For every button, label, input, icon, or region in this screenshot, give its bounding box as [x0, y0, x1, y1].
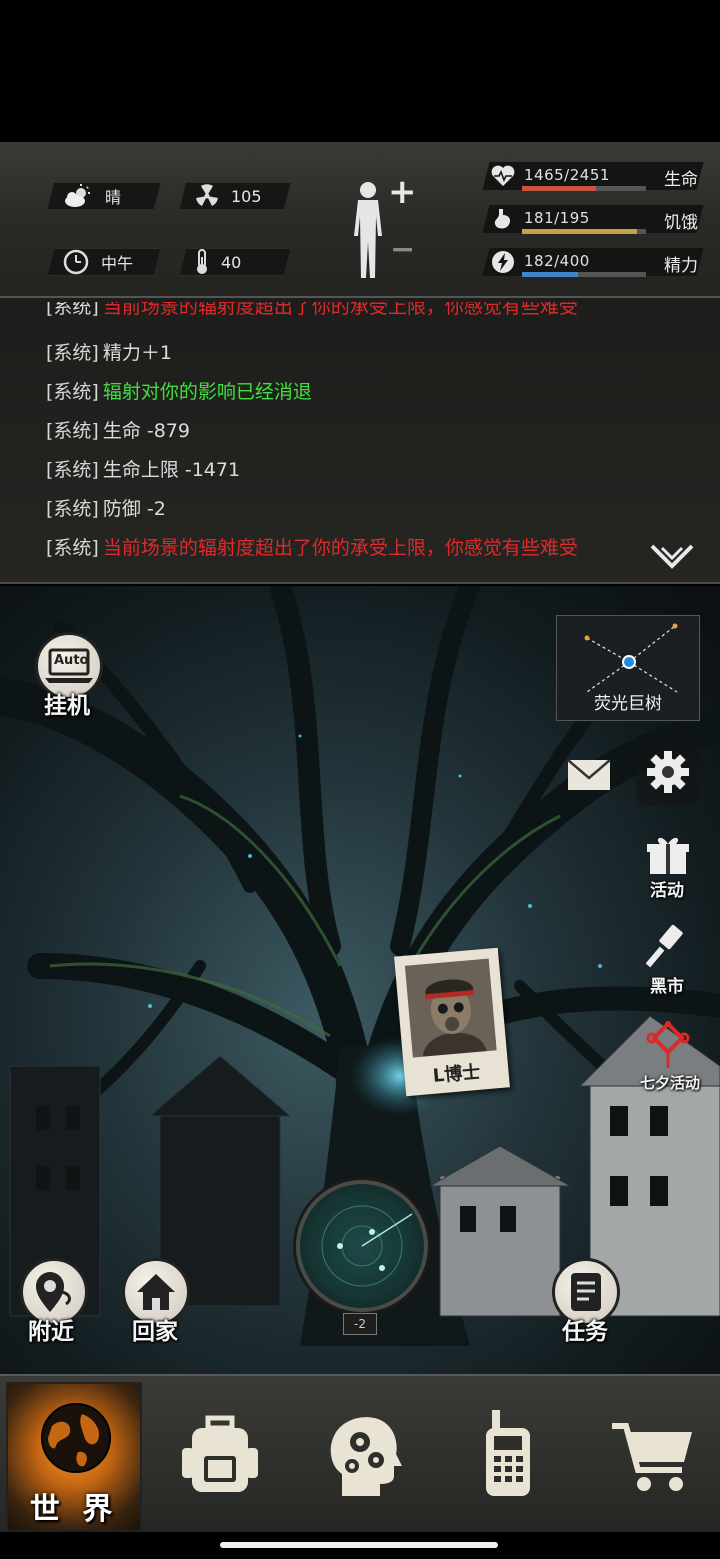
log-line-text: 生命 -879	[102, 420, 190, 442]
shopping-cart-icon	[612, 1423, 692, 1491]
log-line: [系统] 当前场景的辐射度超出了你的承受上限，你感觉有些难受	[46, 298, 578, 319]
log-line: [系统] 精力＋1	[46, 338, 172, 365]
home-label: 回家	[132, 1319, 178, 1345]
black-market-label: 黑市	[650, 977, 684, 997]
log-line: [系统] 生命 -879	[46, 416, 190, 443]
envelope-icon[interactable]	[566, 758, 612, 792]
npc-portrait	[404, 958, 497, 1058]
weather-indicator: 晴	[46, 182, 162, 210]
auto-idle-label: 挂机	[44, 693, 90, 719]
log-line-text: 生命上限 -1471	[102, 459, 241, 481]
log-line: [系统] 当前场景的辐射度超出了你的承受上限，你感觉有些难受	[46, 533, 578, 560]
log-line-tag: [系统]	[46, 537, 99, 559]
log-line-text: 当前场景的辐射度超出了你的承受上限，你感觉有些难受	[102, 298, 578, 318]
radar-level: -2	[343, 1313, 377, 1335]
tab-shop[interactable]	[582, 1382, 718, 1532]
temperature-value: 40	[221, 252, 242, 272]
stat-life-label: 生命	[664, 170, 698, 190]
stat-hunger-value: 181/195	[524, 209, 590, 227]
thermometer-icon	[197, 249, 207, 274]
tab-world[interactable]: 世 界	[6, 1382, 142, 1532]
stat-life-bar	[522, 186, 646, 191]
heart-icon	[491, 165, 515, 186]
walkie-talkie-icon	[486, 1410, 530, 1496]
scroll-icon	[571, 1273, 601, 1311]
log-line-tag: [系统]	[46, 459, 99, 481]
radiation-icon	[196, 184, 218, 206]
nearby-label: 附近	[28, 1319, 74, 1345]
log-line: [系统] 生命上限 -1471	[46, 455, 240, 482]
log-line: [系统] 辐射对你的影响已经消退	[46, 377, 312, 404]
head-gears-icon	[330, 1417, 402, 1496]
body-minus-icon: −	[390, 232, 416, 267]
log-line-tag: [系统]	[46, 420, 99, 442]
npc-card[interactable]: L博士	[394, 947, 510, 1097]
double-chevron-down-icon[interactable]	[648, 540, 696, 576]
radiation-value: 105	[231, 186, 262, 206]
location-pin-icon	[36, 1272, 71, 1312]
log-line-tag: [系统]	[46, 498, 99, 520]
log-line-text: 辐射对你的影响已经消退	[102, 381, 312, 403]
stomach-icon	[494, 209, 511, 229]
minimap-route	[584, 623, 678, 693]
auto-badge: Auto	[54, 653, 89, 668]
stat-energy-bar	[522, 272, 646, 277]
hammer-icon	[646, 924, 683, 968]
home-indicator[interactable]	[220, 1542, 498, 1548]
message-log[interactable]: [系统] 当前场景的辐射度超出了你的承受上限，你感觉有些难受 [系统] 精力＋1 [系统…	[0, 298, 720, 584]
tasks-label: 任务	[562, 1319, 608, 1345]
minimap[interactable]: 荧光巨树	[556, 615, 700, 721]
stat-life-value: 1465/2451	[524, 166, 610, 184]
stat-hunger-label: 饥饿	[664, 213, 698, 233]
temperature-indicator: 40	[178, 248, 292, 276]
weather-label: 晴	[105, 188, 122, 207]
stat-hunger: 181/195 饥饿	[480, 201, 720, 237]
body-plus-icon: +	[388, 172, 417, 212]
tab-world-label: 世 界	[29, 1492, 119, 1527]
radiation-indicator: 105	[178, 182, 292, 210]
tab-skills[interactable]	[294, 1382, 430, 1532]
log-line-text: 防御 -2	[102, 498, 166, 520]
events-label: 活动	[650, 881, 684, 901]
stat-hunger-bar	[522, 229, 646, 234]
settings-button[interactable]	[636, 742, 700, 806]
time-label: 中午	[101, 254, 134, 273]
stat-life: 1465/2451 生命	[480, 158, 720, 194]
tab-radio[interactable]	[438, 1382, 574, 1532]
qixi-event-label: 七夕活动	[640, 1074, 701, 1092]
stat-energy-value: 182/400	[524, 252, 590, 270]
log-line-tag: [系统]	[46, 342, 99, 364]
time-indicator: 中午	[46, 248, 162, 276]
stat-energy: 182/400 精力	[480, 244, 720, 280]
globe-icon	[41, 1403, 111, 1473]
house-icon	[137, 1274, 175, 1310]
bottom-nav: 世 界	[0, 1374, 720, 1532]
cloud-sun-icon	[65, 184, 90, 207]
chinese-knot-icon	[646, 1021, 690, 1068]
gift-icon	[647, 837, 689, 874]
log-line: [系统] 防御 -2	[46, 494, 166, 521]
log-line-tag: [系统]	[46, 381, 99, 403]
radar-button[interactable]	[296, 1180, 428, 1312]
log-line-text: 当前场景的辐射度超出了你的承受上限，你感觉有些难受	[102, 537, 578, 559]
minimap-location: 荧光巨树	[594, 694, 662, 714]
npc-name: L博士	[432, 1061, 482, 1087]
clock-icon	[63, 249, 89, 275]
body-status-button[interactable]: + −	[346, 172, 418, 280]
lightning-icon	[492, 251, 514, 273]
stat-energy-label: 精力	[664, 256, 698, 276]
backpack-icon	[182, 1415, 258, 1492]
radar-icon	[321, 1205, 413, 1287]
tab-backpack[interactable]	[150, 1382, 286, 1532]
log-line-text: 精力＋1	[102, 342, 172, 364]
gear-icon	[647, 751, 689, 793]
log-line-tag: [系统]	[46, 298, 99, 318]
gas-mask-soldier-portrait	[404, 958, 497, 1058]
